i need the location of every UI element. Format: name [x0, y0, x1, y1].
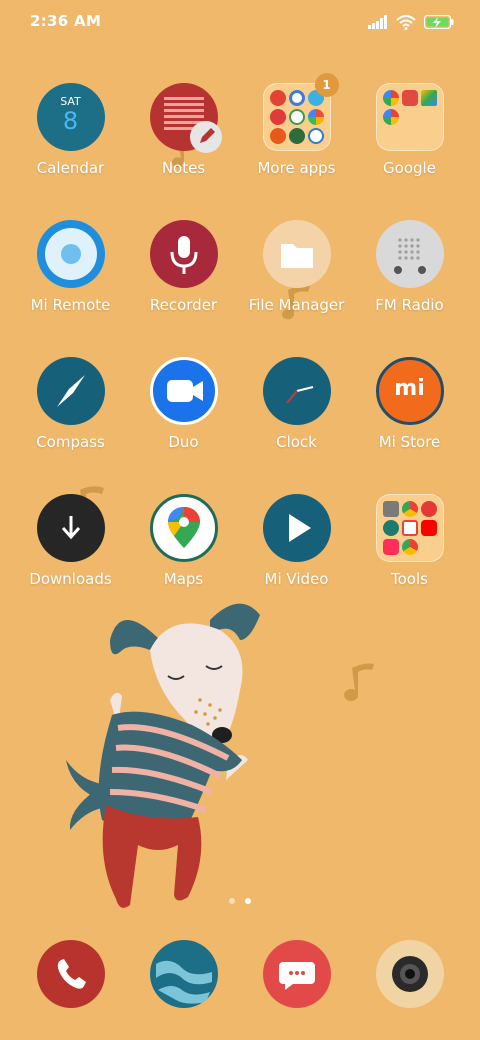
app-mini-icon — [288, 128, 305, 144]
chrome-mini-icon — [401, 539, 418, 555]
app-mi-remote[interactable]: Mi Remote — [14, 220, 127, 340]
dock-browser[interactable] — [150, 940, 218, 1008]
mi-logo-icon: mi — [375, 357, 444, 425]
app-label: Recorder — [149, 296, 218, 314]
wifi-icon — [396, 14, 416, 30]
app-label: Compass — [36, 433, 105, 451]
page-dot[interactable] — [229, 898, 235, 904]
app-label: Google — [383, 159, 436, 177]
contacts-mini-icon — [382, 520, 399, 536]
dock-phone[interactable] — [37, 940, 105, 1008]
status-bar: 2:36 AM — [0, 0, 480, 44]
app-label: Tools — [391, 570, 428, 588]
play-store-mini-icon — [401, 501, 418, 517]
app-downloads[interactable]: Downloads — [14, 494, 127, 614]
app-label: FM Radio — [375, 296, 444, 314]
app-label: Clock — [276, 433, 317, 451]
calendar-date: 8 — [62, 107, 79, 135]
dock-messages[interactable] — [263, 940, 331, 1008]
photos-mini-icon — [382, 109, 399, 125]
app-maps[interactable]: Maps — [127, 494, 240, 614]
app-label: Notes — [161, 159, 206, 177]
calendar-icon: SAT 8 — [36, 83, 105, 151]
app-clock[interactable]: Clock — [240, 357, 353, 477]
play-icon — [262, 494, 331, 562]
status-time: 2:36 AM — [30, 12, 102, 30]
app-mini-icon — [288, 90, 305, 106]
browser-icon — [150, 940, 218, 1008]
camera-icon — [376, 940, 444, 1008]
app-mini-icon — [307, 109, 324, 125]
gmail-mini-icon — [401, 520, 418, 536]
youtube-mini-icon — [420, 520, 437, 536]
compass-icon — [36, 357, 105, 425]
video-call-icon — [149, 357, 218, 425]
app-mini-icon — [401, 90, 418, 106]
app-label: Mi Store — [378, 433, 441, 451]
phone-icon — [37, 940, 105, 1008]
app-mini-icon — [307, 128, 324, 144]
notification-badge: 1 — [314, 73, 339, 97]
app-mini-icon — [269, 90, 286, 106]
app-label: Duo — [168, 433, 199, 451]
messages-icon — [263, 940, 331, 1008]
app-label: More apps — [257, 159, 336, 177]
app-label: Calendar — [36, 159, 105, 177]
app-mini-icon — [420, 501, 437, 517]
radio-icon — [375, 220, 444, 288]
app-compass[interactable]: Compass — [14, 357, 127, 477]
page-indicator — [0, 898, 480, 904]
page-dot-active[interactable] — [245, 898, 251, 904]
app-mi-store[interactable]: mi Mi Store — [353, 357, 466, 477]
folder-file-icon — [262, 220, 331, 288]
dock-camera[interactable] — [376, 940, 444, 1008]
mi-logo-text: mi — [394, 376, 425, 401]
app-mini-icon — [269, 109, 286, 125]
app-mini-icon — [288, 109, 305, 125]
battery-charging-icon — [424, 15, 454, 29]
app-calendar[interactable]: SAT 8 Calendar — [14, 83, 127, 203]
app-label: Mi Video — [264, 570, 329, 588]
microphone-icon — [149, 220, 218, 288]
app-label: Mi Remote — [30, 296, 111, 314]
clock-icon — [262, 357, 331, 425]
app-fm-radio[interactable]: FM Radio — [353, 220, 466, 340]
app-notes[interactable]: Notes — [127, 83, 240, 203]
google-mini-icon — [382, 90, 399, 106]
remote-icon — [36, 220, 105, 288]
status-icons — [368, 12, 454, 32]
drive-mini-icon — [420, 90, 437, 106]
maps-pin-icon — [149, 494, 218, 562]
app-folder-more-apps[interactable]: 1 More apps — [240, 73, 353, 203]
app-label: Downloads — [29, 570, 112, 588]
app-mini-icon — [382, 539, 399, 555]
download-icon — [36, 494, 105, 562]
app-mini-icon — [269, 128, 286, 144]
app-mi-video[interactable]: Mi Video — [240, 494, 353, 614]
app-recorder[interactable]: Recorder — [127, 220, 240, 340]
app-label: File Manager — [248, 296, 345, 314]
signal-icon — [368, 15, 387, 29]
app-mini-icon — [382, 501, 399, 517]
folder-icon — [375, 494, 444, 562]
app-folder-google[interactable]: Google — [353, 83, 466, 203]
app-label: Maps — [163, 570, 204, 588]
folder-icon — [375, 83, 444, 151]
pencil-icon — [189, 121, 222, 153]
app-file-manager[interactable]: File Manager — [240, 220, 353, 340]
app-folder-tools[interactable]: Tools — [353, 494, 466, 614]
app-duo[interactable]: Duo — [127, 357, 240, 477]
